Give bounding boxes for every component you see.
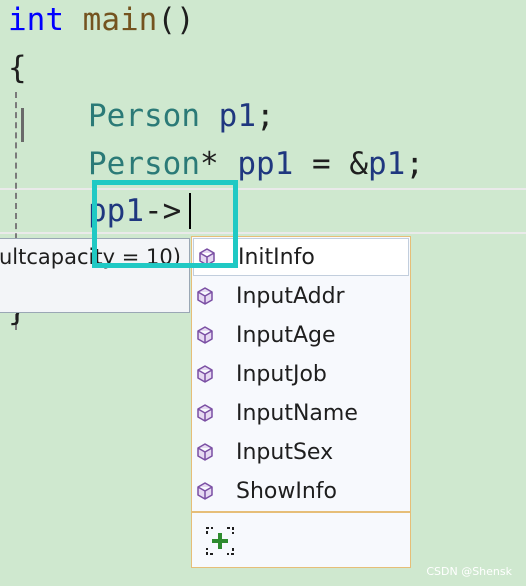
semicolon: ; xyxy=(255,98,275,134)
completion-item[interactable]: InputAge xyxy=(192,316,410,354)
completion-item-label: InputAddr xyxy=(236,283,345,309)
completion-item[interactable]: InputSex xyxy=(192,433,410,471)
completion-item[interactable]: InputName xyxy=(192,394,410,432)
completion-item-label: InputAge xyxy=(236,322,336,348)
intellisense-completion-list[interactable]: InitInfo InputAddr InputAge InputJob Inp… xyxy=(191,236,411,568)
keyword-int: int xyxy=(8,2,64,38)
completion-item-label: InputName xyxy=(236,400,358,426)
completion-item-label: InputSex xyxy=(236,439,334,465)
type-person: Person xyxy=(88,98,200,134)
completion-item[interactable]: InputJob xyxy=(192,355,410,393)
var-p1: p1 xyxy=(218,98,256,134)
member-icon xyxy=(197,287,213,305)
semicolon: ; xyxy=(405,146,425,182)
pointer-star: * xyxy=(199,146,219,182)
member-icon xyxy=(197,365,213,383)
var-pp1: pp1 xyxy=(237,146,294,182)
address-of: & xyxy=(349,146,369,182)
completion-item-label: InitInfo xyxy=(238,244,315,270)
var-p1-ref: p1 xyxy=(368,146,406,182)
code-line-declaration[interactable]: Person p1; xyxy=(88,92,275,140)
current-line-highlight xyxy=(0,188,526,234)
parens: () xyxy=(157,2,195,38)
code-line-main[interactable]: int main() xyxy=(8,0,195,44)
annotation-highlight-box xyxy=(92,180,238,268)
add-filter-icon xyxy=(206,527,234,555)
completion-item[interactable]: InputAddr xyxy=(192,277,410,315)
completion-divider xyxy=(192,511,410,513)
add-filter-button[interactable] xyxy=(206,527,234,555)
member-icon xyxy=(197,482,213,500)
type-person: Person xyxy=(88,146,200,182)
function-name: main xyxy=(82,2,158,38)
completion-item-label: ShowInfo xyxy=(236,478,337,504)
equals-sign: = xyxy=(312,146,331,182)
member-icon xyxy=(197,443,213,461)
code-line-open-brace[interactable]: { xyxy=(8,44,27,92)
member-icon xyxy=(197,404,213,422)
open-brace: { xyxy=(8,50,27,86)
member-icon xyxy=(197,326,213,344)
completion-item[interactable]: ShowInfo xyxy=(192,472,410,510)
completion-item-label: InputJob xyxy=(236,361,327,387)
watermark: CSDN @Shensk xyxy=(426,565,512,578)
